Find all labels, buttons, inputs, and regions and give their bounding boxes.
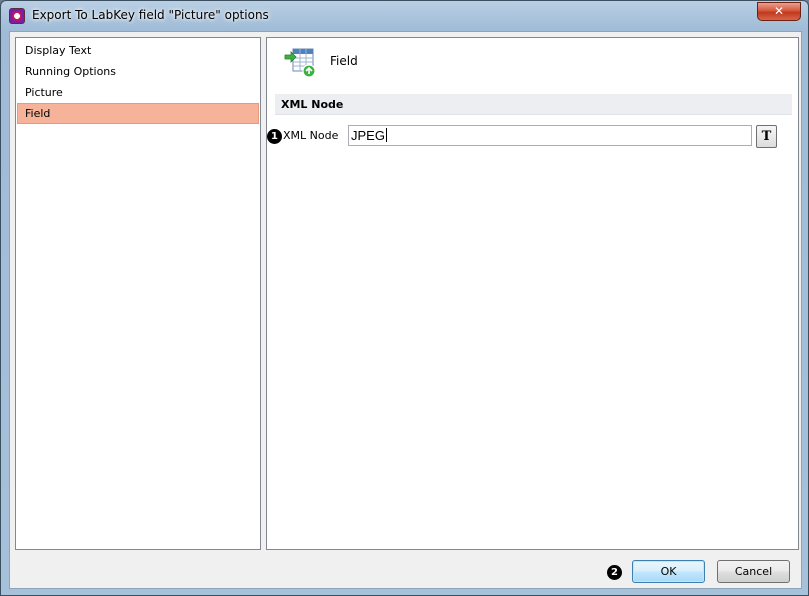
options-dialog: Export To LabKey field "Picture" options… <box>0 0 809 596</box>
sidebar-item-field[interactable]: Field <box>17 103 259 124</box>
dialog-body: Display Text Running Options Picture Fie… <box>9 31 802 589</box>
text-caret <box>385 128 387 142</box>
window-title: Export To LabKey field "Picture" options <box>32 8 269 22</box>
callout-badge-2: 2 <box>607 565 622 580</box>
options-content-panel: Field XML Node 1 XML Node JPEG T <box>266 37 799 550</box>
xml-node-input[interactable]: JPEG <box>348 125 752 146</box>
title-bar[interactable]: Export To LabKey field "Picture" options… <box>1 1 808 31</box>
xml-node-label: XML Node <box>283 129 339 142</box>
sidebar-item-running-options[interactable]: Running Options <box>17 61 259 82</box>
sidebar-item-picture[interactable]: Picture <box>17 82 259 103</box>
ok-button[interactable]: OK <box>632 560 705 583</box>
sidebar-item-display-text[interactable]: Display Text <box>17 40 259 61</box>
table-field-icon <box>284 48 316 77</box>
section-header-xml-node: XML Node <box>275 94 792 115</box>
xml-node-value: JPEG <box>351 128 385 143</box>
app-logo-icon <box>9 8 25 24</box>
close-button[interactable]: ✕ <box>757 2 801 21</box>
options-category-list: Display Text Running Options Picture Fie… <box>15 37 261 550</box>
text-format-button[interactable]: T <box>756 125 777 148</box>
page-title: Field <box>330 54 358 68</box>
cancel-button[interactable]: Cancel <box>717 560 790 583</box>
callout-badge-1: 1 <box>267 129 282 144</box>
